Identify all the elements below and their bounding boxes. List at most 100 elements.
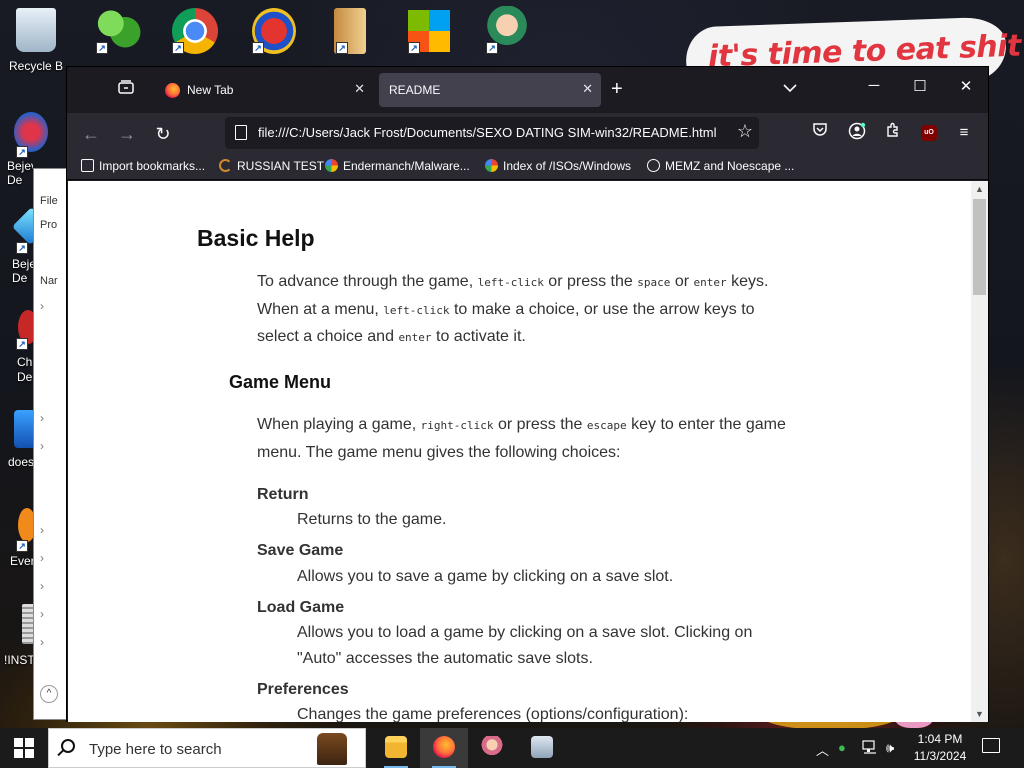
tab-label: README — [389, 83, 441, 97]
google-icon — [485, 159, 498, 172]
user-tray-icon[interactable]: ● — [838, 740, 846, 755]
bookmark-import[interactable]: Import bookmarks... — [81, 159, 205, 173]
maximize-icon[interactable]: ☐ — [900, 77, 940, 95]
bookmark-russian-test[interactable]: RUSSIAN TEST — [219, 159, 324, 173]
shortcut-arrow-icon: ↗ — [172, 42, 184, 54]
term-preferences: Preferences — [257, 681, 349, 698]
term-load-game: Load Game — [257, 599, 345, 616]
firefox-window[interactable]: New Tab ✕ README ✕ + ─ ☐ ✕ ← → ↻ file://… — [66, 66, 989, 722]
search-icon — [61, 739, 75, 753]
close-window-icon[interactable]: ✕ — [946, 77, 986, 95]
chevron-right-icon[interactable]: › — [40, 579, 44, 593]
url-bar[interactable]: file:///C:/Users/Jack Frost/Documents/SE… — [225, 117, 759, 149]
desktop-label-bejeweled[interactable]: Beje De — [12, 257, 34, 285]
search-highlight-icon — [317, 733, 347, 765]
clock-date: 11/3/2024 — [913, 749, 967, 763]
shortcut-arrow-icon: ↗ — [408, 42, 420, 54]
bookmark-isos-windows[interactable]: Index of /ISOs/Windows — [485, 159, 631, 173]
bookmark-memz[interactable]: MEMZ and Noescape ... — [647, 159, 794, 173]
desc-load-game: Allows you to load a game by clicking on… — [297, 624, 753, 667]
shortcut-arrow-icon: ↗ — [486, 42, 498, 54]
windows-start-icon[interactable] — [14, 738, 34, 758]
forward-icon[interactable]: → — [115, 122, 139, 146]
paragraph-game-menu: When playing a game, right-click or pres… — [257, 416, 786, 461]
extensions-icon[interactable] — [882, 122, 904, 144]
chevron-right-icon[interactable]: › — [40, 551, 44, 565]
explorer-menu-file[interactable]: File — [40, 195, 58, 207]
heading-game-menu: Game Menu — [229, 372, 332, 392]
shortcut-arrow-icon: ↗ — [252, 42, 264, 54]
ublock-origin-icon[interactable]: uO — [921, 125, 937, 141]
bookmark-star-icon[interactable]: ☆ — [737, 121, 753, 142]
taskbar-clock[interactable]: 1:04 PM 11/3/2024 — [910, 731, 970, 765]
page-content[interactable]: Basic Help To advance through the game, … — [68, 181, 988, 722]
desktop-label-recycle-bin[interactable]: Recycle B — [9, 59, 63, 73]
close-tab-icon[interactable]: ✕ — [354, 81, 365, 97]
taskbar-file-explorer[interactable] — [372, 728, 420, 768]
bookmark-label: Import bookmarks... — [99, 159, 206, 173]
bookmark-label: Index of /ISOs/Windows — [503, 159, 632, 173]
url-text[interactable]: file:///C:/Users/Jack Frost/Documents/SE… — [258, 125, 728, 140]
bookmarks-toolbar: Import bookmarks... RUSSIAN TEST Enderma… — [67, 153, 988, 180]
folder-icon — [385, 736, 407, 758]
paragraph-basic-help: To advance through the game, left-click … — [257, 273, 769, 345]
taskbar-firefox[interactable] — [420, 728, 468, 768]
shortcut-arrow-icon: ↗ — [96, 42, 108, 54]
globe-icon — [647, 159, 660, 172]
chevron-right-icon[interactable]: › — [40, 411, 44, 425]
list-all-tabs-icon[interactable] — [770, 80, 810, 97]
vertical-scrollbar[interactable]: ▲ ▼ — [971, 181, 988, 722]
menu-icon[interactable]: ≡ — [953, 122, 975, 144]
scroll-down-icon[interactable]: ▼ — [971, 706, 988, 722]
anime-girl-icon — [481, 736, 503, 758]
taskbar-network-app[interactable] — [518, 728, 566, 768]
back-icon[interactable]: ← — [79, 122, 103, 146]
notification-center-icon[interactable] — [982, 738, 1000, 753]
scroll-up-icon[interactable]: ▲ — [971, 181, 988, 197]
tab-list-icon[interactable] — [115, 79, 137, 101]
pocket-icon[interactable] — [809, 122, 831, 144]
explorer-menu-pro[interactable]: Pro — [40, 219, 57, 231]
desc-save-game: Allows you to save a game by clicking on… — [297, 568, 674, 585]
bookmark-label: Endermanch/Malware... — [343, 159, 470, 173]
new-tab-button[interactable]: + — [611, 79, 623, 99]
shortcut-arrow-icon: ↗ — [16, 146, 28, 158]
account-icon[interactable] — [846, 122, 868, 144]
tab-new-tab[interactable]: New Tab ✕ — [153, 73, 373, 107]
recycle-bin-icon[interactable] — [16, 8, 56, 52]
shortcut-arrow-icon: ↗ — [16, 242, 28, 254]
desktop-label-does[interactable]: does — [8, 455, 34, 469]
chevron-right-icon[interactable]: › — [40, 635, 44, 649]
term-return: Return — [257, 486, 309, 503]
bookmark-endermanch[interactable]: Endermanch/Malware... — [325, 159, 470, 173]
taskbar-game-app[interactable] — [468, 728, 516, 768]
clock-time: 1:04 PM — [917, 732, 963, 746]
chevron-right-icon[interactable]: › — [40, 299, 44, 313]
volume-icon[interactable]: 🕪 — [886, 740, 894, 756]
minimize-icon[interactable]: ─ — [854, 77, 894, 94]
scroll-thumb[interactable] — [973, 199, 986, 295]
loading-spinner-icon — [219, 159, 232, 172]
network-icon[interactable] — [862, 740, 878, 757]
chevron-right-icon[interactable]: › — [40, 607, 44, 621]
reload-icon[interactable]: ↻ — [151, 122, 175, 146]
shortcut-arrow-icon: ↗ — [16, 338, 28, 350]
import-icon — [81, 159, 94, 172]
firefox-icon — [433, 736, 455, 758]
desktop-label-bejeweled-2[interactable]: Bejev De — [7, 159, 33, 187]
taskbar: Type here to search ︿ ● 🕪 1:04 PM 11/3/2… — [0, 728, 1024, 768]
chevron-right-icon[interactable]: › — [40, 439, 44, 453]
heading-basic-help: Basic Help — [197, 225, 315, 251]
page-icon — [235, 125, 247, 140]
close-tab-icon[interactable]: ✕ — [582, 81, 593, 97]
tab-readme[interactable]: README ✕ — [379, 73, 601, 107]
bookmark-label: MEMZ and Noescape ... — [665, 159, 795, 173]
network-computers-icon — [531, 736, 553, 758]
tab-label: New Tab — [187, 83, 234, 97]
explorer-column-name[interactable]: Nar — [40, 275, 58, 287]
chevron-right-icon[interactable]: › — [40, 523, 44, 537]
explorer-up-icon[interactable]: ^ — [40, 685, 58, 703]
show-hidden-icons[interactable]: ︿ — [816, 740, 829, 759]
desktop-label-ever[interactable]: Ever — [10, 554, 35, 568]
taskbar-search-box[interactable]: Type here to search — [48, 728, 366, 768]
